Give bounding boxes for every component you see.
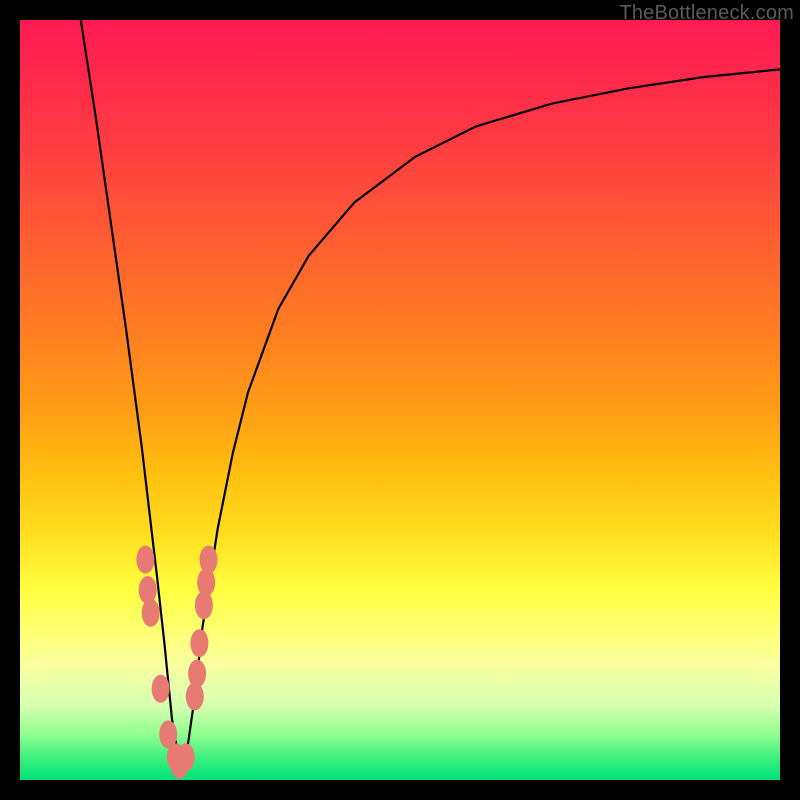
data-point [177, 743, 195, 771]
bottleneck-curve [81, 20, 780, 765]
watermark-text: TheBottleneck.com [619, 2, 794, 25]
chart-frame: TheBottleneck.com [0, 0, 800, 800]
data-point [136, 546, 154, 574]
data-point [188, 660, 206, 688]
data-points-group [136, 546, 217, 779]
plot-area [20, 20, 780, 780]
data-point [200, 546, 218, 574]
curve-layer [20, 20, 780, 780]
data-point [152, 675, 170, 703]
data-point [142, 599, 160, 627]
data-point [190, 629, 208, 657]
